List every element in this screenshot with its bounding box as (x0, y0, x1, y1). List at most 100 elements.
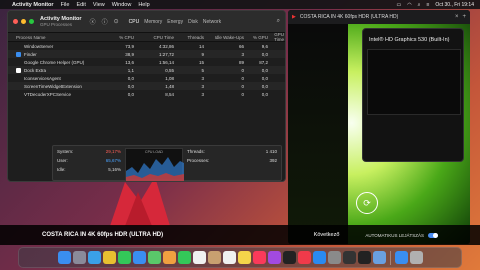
col-gpu-time[interactable]: GPU Time (268, 32, 284, 42)
system-label: System: (57, 149, 74, 154)
launchpad-icon[interactable] (72, 251, 86, 264)
user-line: User: 65,67% (57, 158, 121, 163)
process-row[interactable]: IconservicesAgent 0,0 1,08 3 0 0,0 (8, 74, 285, 82)
reminders-icon[interactable] (222, 251, 236, 264)
tab-disk[interactable]: Disk (188, 19, 198, 25)
idle-value: 5,16% (108, 167, 121, 172)
autoplay-toggle[interactable] (428, 232, 438, 238)
col-process-name[interactable]: Process Name (8, 35, 104, 40)
activity-icon[interactable] (342, 251, 356, 264)
cpu-cell: 73,9 (125, 43, 134, 49)
process-row[interactable]: ScreenTimeWidgetExtension 0,0 1,48 3 0 0,0 (8, 82, 285, 90)
system-line: System: 29,17% (57, 149, 121, 154)
process-row[interactable]: VTDecoderXPCService 0,0 8,54 3 0 0,0 (8, 90, 285, 98)
zoom-window-button[interactable] (29, 19, 34, 24)
menu-file[interactable]: File (61, 2, 70, 8)
idle-cell: 3 (241, 51, 244, 57)
cpu-time-cell: 4:32,86 (158, 43, 174, 49)
process-name: Finder (24, 51, 37, 57)
blank-icon (16, 84, 21, 89)
close-window-button[interactable] (13, 19, 18, 24)
gpu-history-window: Intel® HD Graphics 530 (Built-In) (362, 28, 464, 162)
close-tab-icon[interactable]: × (455, 14, 459, 20)
info-icon[interactable]: ⓘ (102, 17, 108, 26)
process-row[interactable]: Dock Extra 1,1 0,55 5 0 0,0 (8, 66, 285, 74)
calendar-icon[interactable] (192, 251, 206, 264)
process-name: ScreenTimeWidgetExtension (24, 83, 82, 89)
next-video-label[interactable]: Következő (314, 232, 340, 238)
menu-clock[interactable]: Oct 30., Fri 19:14 (435, 2, 474, 8)
idle-cell: 0 (241, 91, 244, 97)
am-toolbar: Activity Monitor GPU Processes ⓧ ⓘ ⊙ CPU… (8, 11, 285, 33)
minimize-window-button[interactable] (21, 19, 26, 24)
downloads-icon[interactable] (394, 251, 408, 264)
safari-icon[interactable] (87, 251, 101, 264)
wifi-icon[interactable]: ◠ (407, 2, 411, 8)
contacts-icon[interactable] (207, 251, 221, 264)
col-idle-wakeups[interactable]: Idle Wake-Ups (204, 35, 244, 40)
tab-energy[interactable]: Energy (167, 19, 183, 25)
tv-icon[interactable] (282, 251, 296, 264)
process-table-header: Process Name % CPU CPU Time Threads Idle… (8, 32, 285, 42)
cpu-load-curve (126, 157, 184, 181)
autoplay-label: AUTOMATIKUS LEJÁTSZÁS (365, 232, 424, 238)
tab-network[interactable]: Network (203, 19, 221, 25)
gpu-history-graph (367, 49, 461, 115)
messages-icon[interactable] (117, 251, 131, 264)
replay-icon[interactable]: ⟳ (356, 192, 378, 214)
search-icon[interactable]: ⌕ (418, 2, 421, 8)
podcasts-icon[interactable] (267, 251, 281, 264)
stop-process-icon[interactable]: ⓧ (90, 17, 96, 26)
cpu-usage-stats: System: 29,17% User: 65,67% Idle: 5,16% (53, 146, 125, 180)
idle-label: Idle: (57, 167, 66, 172)
control-center-icon[interactable]: ≡ (426, 2, 429, 8)
threads-cell: 5 (201, 67, 204, 73)
menu-edit[interactable]: Edit (76, 2, 85, 8)
preview-icon[interactable] (372, 251, 386, 264)
process-name: IconservicesAgent (24, 75, 61, 81)
trash-icon[interactable] (409, 251, 423, 264)
cpu-cell: 1,1 (127, 67, 134, 73)
terminal-icon[interactable] (357, 251, 371, 264)
blank-icon (16, 76, 21, 81)
search-icon[interactable]: ⌕ (277, 18, 280, 25)
video-title[interactable]: COSTA RICA IN 4K 60fps HDR (ULTRA HD) (42, 232, 163, 238)
music-icon[interactable] (252, 251, 266, 264)
screen-mirroring-icon[interactable]: ▭ (397, 2, 402, 8)
news-icon[interactable] (297, 251, 311, 264)
appstore-icon[interactable] (312, 251, 326, 264)
facetime-icon[interactable] (177, 251, 191, 264)
tab-cpu[interactable]: CPU (129, 19, 140, 25)
maps-icon[interactable] (147, 251, 161, 264)
process-row[interactable]: Finder 38,9 1:27,72 9 3 0,0 (8, 50, 285, 58)
more-actions-icon[interactable]: ⊙ (114, 18, 119, 25)
tab-memory[interactable]: Memory (144, 19, 162, 25)
process-row[interactable]: WindowServer 73,9 4:32,86 14 66 9,6 (8, 42, 285, 50)
mail-icon[interactable] (132, 251, 146, 264)
video-tab-title[interactable]: COSTA RICA IN 4K 60fps HDR (ULTRA HD) (300, 14, 451, 20)
idle-cell: 89 (238, 59, 244, 65)
new-tab-icon[interactable]: + (462, 14, 466, 20)
process-row[interactable]: Google Chrome Helper (GPU) 13,6 1:56,14 15 8… (8, 58, 285, 66)
cpu-time-cell: 8,54 (165, 91, 174, 97)
menu-view[interactable]: View (93, 2, 105, 8)
am-tabs: CPU Memory Energy Disk Network (129, 19, 222, 25)
col-cpu-time[interactable]: CPU Time (134, 35, 174, 40)
settings-icon[interactable] (327, 251, 341, 264)
menu-app-name[interactable]: Activity Monitor (12, 2, 54, 8)
finder-icon[interactable] (57, 251, 71, 264)
gpu-cell: 87,2 (259, 59, 268, 65)
chrome-icon[interactable] (102, 251, 116, 264)
blank-icon (16, 60, 21, 65)
video-info-bar: COSTA RICA IN 4K 60fps HDR (ULTRA HD) Kö… (0, 225, 480, 245)
menu-help[interactable]: Help (138, 2, 149, 8)
menu-window[interactable]: Window (112, 2, 132, 8)
col-threads[interactable]: Threads (174, 35, 204, 40)
col-cpu[interactable]: % CPU (104, 35, 134, 40)
col-gpu[interactable]: % GPU (244, 35, 268, 40)
activity-monitor-window: Activity Monitor GPU Processes ⓧ ⓘ ⊙ CPU… (7, 10, 286, 182)
photos-icon[interactable] (162, 251, 176, 264)
threads-label: Threads: (187, 149, 205, 154)
cpu-cell: 38,9 (125, 51, 134, 57)
notes-icon[interactable] (237, 251, 251, 264)
